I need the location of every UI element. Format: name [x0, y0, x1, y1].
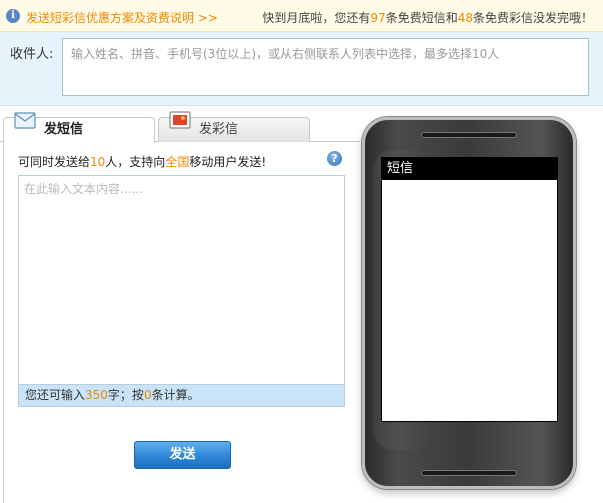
char-counter: 您还可输入350字；按0条计算。	[18, 385, 345, 407]
quota-suffix: 条免费彩信没发完哦！	[472, 11, 593, 25]
tab-sms-label: 发短信	[44, 122, 84, 137]
envelope-icon	[14, 112, 36, 129]
compose-panel: 可同时发送给10人，支持向全国移动用户发送! ? 您还可输入350字；按0条计算…	[3, 141, 357, 503]
free-mms-count: 48	[457, 11, 473, 25]
quota-mid: 条免费短信和	[385, 11, 458, 25]
hint-count: 10	[90, 155, 106, 169]
hint-mid: 人，支持向	[105, 155, 166, 169]
counter-prefix: 您还可输入	[25, 388, 86, 402]
message-input[interactable]	[18, 175, 345, 385]
free-quota-text: 快到月底啦，您还有97条免费短信和48条免费彩信没发完哦！	[262, 9, 593, 26]
quota-prefix: 快到月底啦，您还有	[262, 11, 371, 25]
recipient-section: 收件人:	[0, 32, 603, 106]
message-count: 0	[143, 388, 152, 402]
help-icon[interactable]: ?	[327, 151, 342, 166]
mms-icon	[169, 111, 191, 129]
notice-bar: i 发送短彩信优惠方案及资费说明 >> 快到月底啦，您还有97条免费短信和48条…	[0, 0, 603, 32]
tab-sms[interactable]: 发短信	[3, 112, 155, 143]
phone-speaker	[421, 132, 517, 138]
counter-suffix: 条计算。	[151, 388, 200, 402]
recipient-input[interactable]	[62, 38, 589, 96]
phone-screen-title: 短信	[382, 158, 557, 180]
remaining-chars: 350	[85, 388, 108, 402]
info-icon: i	[6, 9, 20, 23]
recipient-limit-hint: 可同时发送给10人，支持向全国移动用户发送!	[18, 153, 266, 170]
tab-mms[interactable]: 发彩信	[158, 111, 310, 142]
phone-screen: 短信	[381, 157, 558, 422]
recipient-label: 收件人:	[10, 47, 54, 62]
hint-suffix: 移动用户发送!	[189, 155, 267, 169]
phone-preview: 短信	[362, 117, 576, 489]
hint-highlight: 全国	[165, 155, 190, 169]
hint-prefix: 可同时发送给	[18, 155, 91, 169]
send-button[interactable]: 发送	[134, 441, 231, 469]
pricing-link[interactable]: 发送短彩信优惠方案及资费说明 >>	[26, 9, 218, 26]
free-sms-count: 97	[370, 11, 386, 25]
counter-mid: 字；按	[107, 388, 144, 402]
phone-home-bar	[421, 470, 517, 476]
tab-mms-label: 发彩信	[199, 122, 239, 137]
